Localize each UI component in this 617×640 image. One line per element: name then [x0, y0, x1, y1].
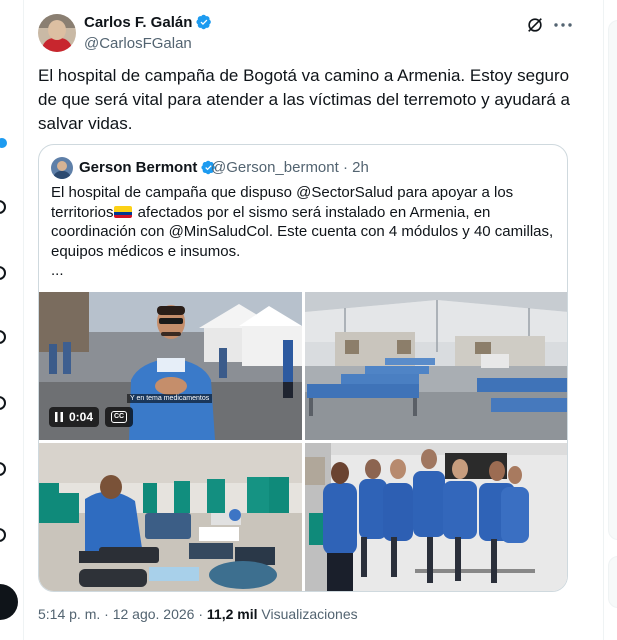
flag-colombia-icon: [113, 205, 132, 218]
author-handle[interactable]: @CarlosFGalan: [84, 35, 192, 52]
nav-partial-icon[interactable]: [0, 462, 6, 476]
tent-interior-photo: [305, 292, 567, 440]
cc-icon[interactable]: CC: [111, 411, 128, 423]
views-label: Visualizaciones: [257, 606, 358, 622]
media-video[interactable]: Y en tema medicamentos 0:04 CC: [39, 292, 302, 440]
captions-button[interactable]: CC: [105, 407, 134, 427]
quote-meta: @Gerson_bermont · 2h: [211, 159, 369, 176]
nav-partial-icon[interactable]: [0, 330, 6, 344]
video-duration: 0:04: [69, 410, 94, 424]
author-name[interactable]: Carlos F. Galán: [84, 14, 212, 31]
video-controls[interactable]: 0:04 CC: [49, 406, 134, 428]
quote-author-avatar: [51, 157, 73, 179]
notification-dot-icon: [0, 138, 7, 148]
left-sidebar-edge: [0, 0, 24, 640]
right-sidebar-edge: [603, 0, 617, 640]
media-image-tent[interactable]: [305, 292, 567, 440]
nav-partial-icon[interactable]: [0, 200, 6, 214]
tweet-article[interactable]: Carlos F. Galán @CarlosFGalan El hospita…: [24, 0, 604, 640]
video-caption: Y en tema medicamentos: [127, 394, 213, 403]
quote-time: · 2h: [338, 159, 369, 176]
account-switcher-avatar[interactable]: [0, 584, 18, 620]
team-photo: [305, 443, 567, 591]
author-name-text[interactable]: Carlos F. Galán: [84, 14, 192, 31]
grok-icon[interactable]: [526, 16, 544, 34]
media-image-team[interactable]: [305, 443, 567, 591]
quote-author-name-text: Gerson Bermont: [79, 159, 198, 176]
quote-text: El hospital de campaña que dispuso @Sect…: [51, 183, 561, 281]
pause-icon[interactable]: [55, 412, 63, 422]
nav-partial-icon[interactable]: [0, 396, 6, 410]
nav-partial-icon[interactable]: [0, 528, 6, 542]
verified-badge-icon: [196, 14, 212, 30]
quote-author-handle: @Gerson_bermont: [211, 159, 339, 176]
tweet-timestamp[interactable]: 5:14 p. m. · 12 ago. 2026 · 11,2 mil Vis…: [38, 606, 358, 622]
media-image-supplies[interactable]: [39, 443, 302, 591]
sidebar-card: [608, 556, 617, 608]
video-time-chip[interactable]: 0:04: [49, 407, 100, 427]
quote-author-name: Gerson Bermont: [79, 159, 216, 176]
media-grid: Y en tema medicamentos 0:04 CC: [39, 292, 567, 591]
quote-ellipsis: ...: [51, 262, 64, 279]
sidebar-card: [608, 20, 617, 540]
quoted-tweet[interactable]: Gerson Bermont @Gerson_bermont · 2h El h…: [38, 144, 568, 592]
timestamp-text[interactable]: 5:14 p. m. · 12 ago. 2026 ·: [38, 606, 207, 622]
nav-partial-icon[interactable]: [0, 266, 6, 280]
views-count: 11,2 mil: [206, 606, 258, 622]
more-icon[interactable]: [552, 14, 574, 36]
author-avatar[interactable]: [38, 14, 76, 52]
tweet-text: El hospital de campaña de Bogotá va cami…: [38, 66, 571, 133]
supplies-photo: [39, 443, 302, 591]
